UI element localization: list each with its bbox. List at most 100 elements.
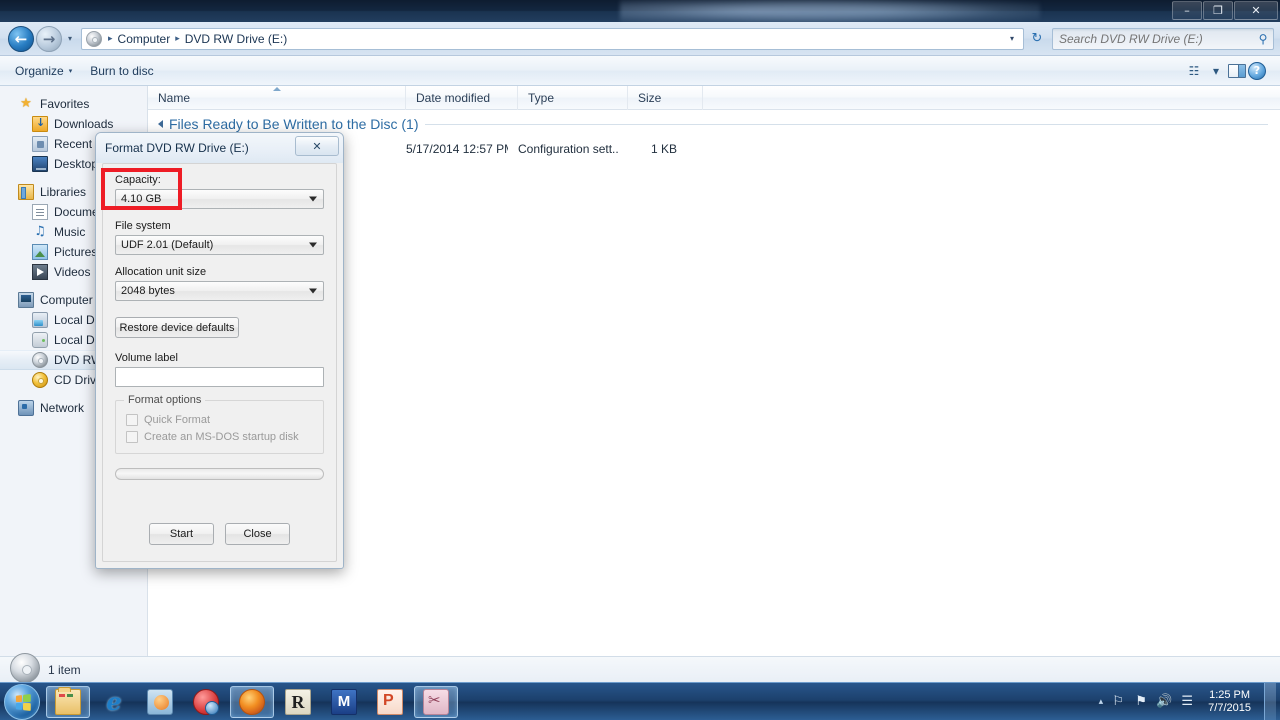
volume-icon[interactable]: 🔊 [1156, 694, 1172, 710]
show-hidden-icons-button[interactable]: ▴ [1099, 697, 1104, 707]
star-icon: ★ [20, 96, 32, 111]
quick-format-label: Quick Format [144, 413, 211, 426]
dialog-title: Format DVD RW Drive (E:) [105, 141, 249, 155]
sidebar-label: Favorites [40, 97, 90, 111]
column-header-type[interactable]: Type [518, 85, 628, 110]
dialog-title-bar: Format DVD RW Drive (E:) ✕ [96, 133, 343, 163]
chevron-down-icon[interactable]: ▾ [1206, 61, 1226, 81]
capacity-value: 4.10 GB [121, 193, 162, 205]
disc-icon [10, 652, 40, 683]
format-options-group: Format options Quick Format Create an MS… [115, 394, 324, 454]
preview-pane-icon[interactable] [1228, 63, 1246, 78]
minimize-button[interactable]: – [1172, 1, 1202, 20]
change-view-icon[interactable]: ☷ [1184, 61, 1204, 81]
network-flag-icon[interactable]: ⚐ [1110, 694, 1126, 710]
command-bar-right-group: ☷ ▾ ? [1184, 61, 1274, 81]
close-dialog-button[interactable]: Close [225, 523, 290, 545]
downloads-folder-icon [32, 116, 48, 132]
allocation-unit-size-value: 2048 bytes [121, 285, 175, 297]
format-progress-bar [115, 468, 324, 480]
help-icon[interactable]: ? [1248, 61, 1266, 80]
command-bar: Organize ▾ Burn to disc ☷ ▾ ? [0, 56, 1280, 86]
breadcrumb[interactable]: ▸ Computer ▸ DVD RW Drive (E:) ▾ [81, 27, 1024, 50]
breadcrumb-item-computer[interactable]: Computer [116, 32, 173, 46]
capacity-label: Capacity: [115, 174, 161, 186]
collapse-group-icon[interactable] [158, 120, 163, 128]
breadcrumb-dropdown-button[interactable]: ▾ [1003, 29, 1021, 49]
allocation-unit-size-label: Allocation unit size [115, 266, 207, 278]
volume-label-label: Volume label [115, 352, 178, 364]
recent-locations-caret[interactable]: ▾ [64, 34, 76, 43]
taskbar-item-mendeley[interactable]: M [322, 686, 366, 718]
clock-date: 7/7/2015 [1208, 701, 1251, 714]
allocation-unit-size-select[interactable]: 2048 bytes [115, 281, 324, 301]
file-system-select[interactable]: UDF 2.01 (Default) [115, 235, 324, 255]
show-desktop-button[interactable] [1264, 682, 1276, 720]
search-box[interactable]: ⚲ [1052, 27, 1274, 50]
burn-to-disc-button[interactable]: Burn to disc [81, 60, 162, 82]
column-label: Size [638, 90, 662, 105]
format-dialog: Format DVD RW Drive (E:) ✕ Capacity: 4.1… [95, 132, 344, 569]
window-title-bar: – ❐ ✕ [0, 0, 1280, 22]
clock-time: 1:25 PM [1209, 688, 1251, 701]
file-group-label: Files Ready to Be Written to the Disc (1… [169, 116, 419, 132]
close-button[interactable]: ✕ [1234, 1, 1278, 20]
signal-icon[interactable]: ☰ [1179, 694, 1195, 710]
pictures-icon [32, 244, 48, 260]
action-center-icon[interactable]: ⚑ [1133, 694, 1149, 710]
status-bar: 1 item [0, 652, 1280, 683]
column-label: Type [528, 90, 555, 105]
taskbar-item-firefox[interactable] [230, 685, 274, 718]
taskbar-item-snipping-tool[interactable] [414, 685, 458, 718]
taskbar-item-r-console[interactable]: R [276, 686, 320, 718]
search-input[interactable] [1053, 31, 1253, 46]
firefox-icon [239, 688, 265, 715]
column-header-date-modified[interactable]: Date modified [406, 85, 518, 110]
explorer-icon [55, 686, 81, 715]
m-icon: M [331, 688, 357, 715]
forward-button[interactable]: → [36, 25, 62, 52]
sort-ascending-icon [272, 86, 281, 91]
ie-icon: e [106, 686, 122, 716]
breadcrumb-item-dvd-rw-drive[interactable]: DVD RW Drive (E:) [183, 32, 289, 46]
organize-button[interactable]: Organize ▾ [6, 60, 81, 82]
restore-device-defaults-button[interactable]: Restore device defaults [115, 317, 239, 338]
item-count-label: 1 item [48, 662, 81, 677]
ms-dos-startup-disk-label: Create an MS-DOS startup disk [144, 430, 299, 443]
volume-label-input[interactable] [115, 367, 324, 387]
restore-button[interactable]: ❐ [1203, 1, 1233, 20]
taskbar-item-internet-explorer[interactable]: e [92, 686, 136, 718]
sidebar-item-downloads[interactable]: Downloads [0, 114, 147, 134]
start-button[interactable] [4, 683, 40, 720]
breadcrumb-separator-1[interactable]: ▸ [172, 34, 183, 44]
capacity-select[interactable]: 4.10 GB [115, 189, 324, 209]
window-controls: – ❐ ✕ [1172, 1, 1278, 20]
start-button[interactable]: Start [149, 523, 214, 545]
ms-dos-startup-disk-row: Create an MS-DOS startup disk [126, 428, 313, 445]
chevron-down-icon [309, 288, 317, 294]
sidebar-item-favorites[interactable]: ★ Favorites [0, 94, 147, 114]
dialog-body: Capacity: 4.10 GB File system UDF 2.01 (… [102, 163, 337, 562]
libraries-icon [18, 184, 34, 200]
column-label: Date modified [416, 90, 491, 105]
column-label: Name [158, 90, 191, 105]
taskbar: e R M ▴ ⚐ ⚑ 🔊 ☰ 1:25 PM 7/7/2015 [0, 682, 1280, 720]
refresh-button[interactable]: ↻ [1026, 28, 1048, 50]
taskbar-item-windows-explorer[interactable] [46, 685, 90, 718]
dialog-close-button[interactable]: ✕ [295, 136, 339, 156]
music-icon: ♫ [34, 224, 46, 239]
group-divider [424, 123, 1268, 125]
breadcrumb-separator-0[interactable]: ▸ [105, 34, 116, 44]
drive-icon [86, 30, 102, 47]
column-header-size[interactable]: Size [628, 85, 703, 110]
dialog-buttons: Start Close [115, 523, 324, 545]
taskbar-item-windows-media-player[interactable] [138, 686, 182, 718]
clock[interactable]: 1:25 PM 7/7/2015 [1202, 689, 1257, 715]
local-disk-icon [32, 332, 48, 348]
sidebar-label: Computer [40, 293, 93, 307]
quick-format-checkbox [126, 413, 138, 426]
taskbar-item-itunes[interactable] [184, 686, 228, 718]
column-header-name[interactable]: Name [148, 85, 406, 110]
back-button[interactable]: ← [8, 25, 34, 52]
taskbar-item-powerpoint[interactable] [368, 686, 412, 718]
